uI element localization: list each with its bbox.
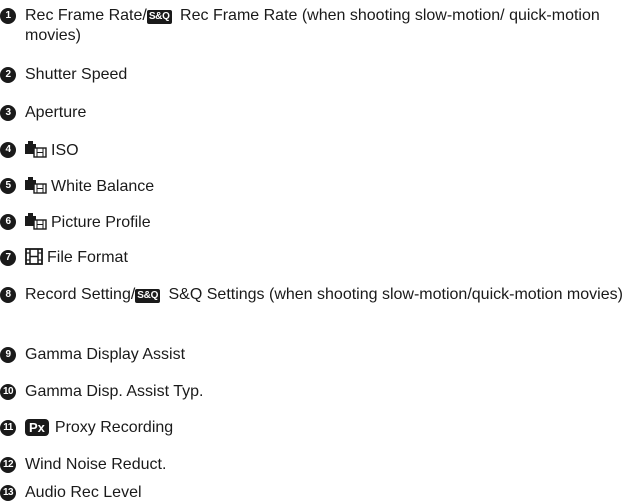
item-number: 4 <box>0 142 16 158</box>
item-number: 9 <box>0 347 16 363</box>
item-number: 10 <box>0 384 16 400</box>
list-item: 5 White Balance <box>0 176 625 197</box>
list-item: 4 ISO <box>0 140 625 161</box>
camera-movie-mode-icon <box>25 213 47 230</box>
list-item: 9 Gamma Display Assist <box>0 345 625 365</box>
item-number: 13 <box>0 485 16 501</box>
list-item: 11 Px Proxy Recording <box>0 418 625 438</box>
item-label: White Balance <box>51 178 155 195</box>
sq-badge-icon: S&Q <box>135 289 161 303</box>
item-text: File Format <box>25 248 625 268</box>
item-label: Audio Rec Level <box>25 484 142 501</box>
camera-movie-mode-icon <box>25 177 47 194</box>
list-item: 8 Record Setting/S&Q S&Q Settings (when … <box>0 285 625 305</box>
item-label: Gamma Disp. Assist Typ. <box>25 383 204 400</box>
item-label: ISO <box>51 142 79 159</box>
item-label: Picture Profile <box>51 214 151 231</box>
sq-badge-icon: S&Q <box>146 10 172 24</box>
item-text: Record Setting/S&Q S&Q Settings (when sh… <box>25 285 625 305</box>
item-label-prefix: Record Setting/ <box>25 286 136 303</box>
item-label: Aperture <box>25 104 87 121</box>
item-text: Rec Frame Rate/S&Q Rec Frame Rate (when … <box>25 6 625 46</box>
item-number: 3 <box>0 105 16 121</box>
item-number: 6 <box>0 214 16 230</box>
item-label: Shutter Speed <box>25 66 128 83</box>
item-number: 7 <box>0 250 16 266</box>
item-number: 8 <box>0 287 16 303</box>
camera-movie-mode-icon <box>25 141 47 158</box>
item-label: Proxy Recording <box>54 419 174 436</box>
item-label: S&Q Settings (when shooting slow-motion/… <box>164 286 623 303</box>
item-label: Wind Noise Reduct. <box>25 456 167 473</box>
list-item: 12 Wind Noise Reduct. <box>0 455 625 475</box>
list-item: 13 Audio Rec Level <box>0 483 625 503</box>
item-number: 11 <box>0 420 16 436</box>
proxy-badge-icon: Px <box>25 419 49 436</box>
item-text: White Balance <box>25 176 625 197</box>
item-number: 1 <box>0 8 16 24</box>
list-item: 10 Gamma Disp. Assist Typ. <box>0 382 625 402</box>
list-item: 7 File Format <box>0 248 625 268</box>
numbered-list: 1 Rec Frame Rate/S&Q Rec Frame Rate (whe… <box>0 0 631 501</box>
item-number: 5 <box>0 178 16 194</box>
item-text: Px Proxy Recording <box>25 418 625 438</box>
item-number: 12 <box>0 457 16 473</box>
list-item: 1 Rec Frame Rate/S&Q Rec Frame Rate (whe… <box>0 6 625 46</box>
list-item: 2 Shutter Speed <box>0 65 625 85</box>
item-label-prefix: Rec Frame Rate/ <box>25 7 147 24</box>
list-item: 3 Aperture <box>0 103 625 123</box>
item-text: Picture Profile <box>25 212 625 233</box>
item-label: Gamma Display Assist <box>25 346 186 363</box>
item-text: ISO <box>25 140 625 161</box>
film-strip-icon <box>25 248 43 265</box>
list-item: 6 Picture Profile <box>0 212 625 233</box>
item-label: File Format <box>47 249 128 266</box>
item-number: 2 <box>0 67 16 83</box>
